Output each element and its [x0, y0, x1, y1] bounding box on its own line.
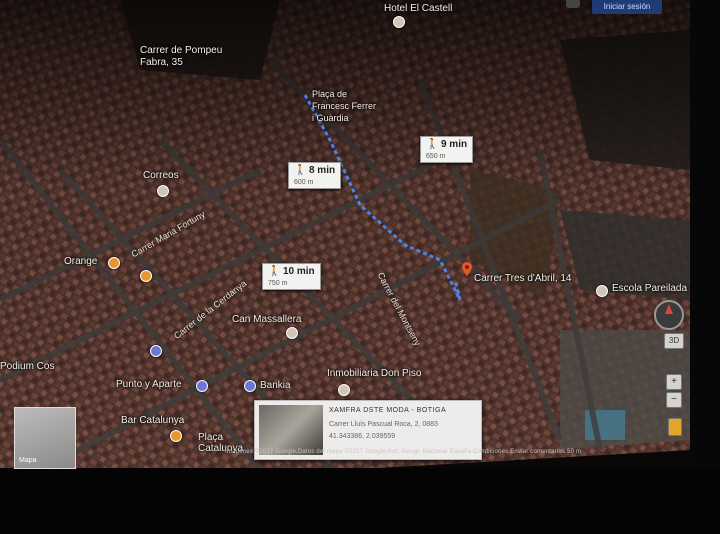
label-escola[interactable]: Escola Pareilada	[612, 283, 687, 294]
route-distance: 650 m	[426, 153, 446, 160]
destination-pin-icon[interactable]	[462, 262, 472, 276]
label-bar[interactable]: Bar Catalunya	[121, 415, 184, 426]
route-time: 8 min	[308, 165, 336, 176]
label-pompeu[interactable]: Carrer de Pompeu Fabra, 35	[140, 45, 250, 69]
compass-icon[interactable]	[654, 300, 684, 330]
label-punto[interactable]: Punto y Aparte	[116, 379, 182, 390]
label-orange[interactable]: Orange	[64, 256, 97, 267]
shop-poi-icon[interactable]	[140, 270, 152, 282]
route-option-2[interactable]: 🚶 9 min 650 m	[420, 136, 474, 163]
orange-poi-icon[interactable]	[108, 257, 120, 269]
bar-poi-icon[interactable]	[170, 430, 182, 442]
place-photo[interactable]	[259, 405, 323, 455]
map-type-label: Mapa	[19, 457, 37, 464]
tilt-button[interactable]: 3D	[664, 333, 684, 349]
route-time: 9 min	[440, 139, 468, 150]
bankia-poi-icon[interactable]	[244, 380, 256, 392]
walking-icon: 🚶	[294, 165, 307, 176]
route-time: 10 min	[282, 266, 315, 277]
walking-icon: 🚶	[426, 139, 439, 150]
place-title[interactable]: XAMFRA DSTE MODA - BOTIGA	[329, 407, 446, 414]
can-massallera-poi-icon[interactable]	[286, 327, 298, 339]
route-distance: 600 m	[294, 179, 314, 186]
inmobiliaria-poi-icon[interactable]	[338, 384, 350, 396]
route-option-1[interactable]: 🚶 8 min 600 m	[288, 162, 342, 189]
route-option-3[interactable]: 🚶 10 min 750 m	[262, 263, 321, 290]
label-placa-francesc[interactable]: Plaça de Francesc Ferrer i Guàrdia	[312, 88, 378, 124]
label-correos[interactable]: Correos	[143, 170, 179, 181]
route-distance: 750 m	[268, 280, 288, 287]
hotel-poi-icon[interactable]	[393, 16, 405, 28]
signin-button[interactable]: Iniciar sesión	[592, 0, 662, 14]
zoom-out-button[interactable]: −	[666, 392, 682, 408]
map-screen: Iniciar sesión Hotel El Castell Carrer d…	[0, 0, 720, 534]
label-bankia[interactable]: Bankia	[260, 380, 291, 391]
place-coordinates: 41.343386, 2.039559	[329, 433, 396, 440]
pegman-icon[interactable]	[668, 418, 682, 436]
label-podium[interactable]: Podium Cos	[0, 361, 54, 372]
apps-icon[interactable]	[566, 0, 580, 8]
zoom-in-button[interactable]: +	[666, 374, 682, 390]
map-footer: Imágenes ©2017 Google,Datos del mapa ©20…	[225, 449, 582, 455]
place-address: Carrer Lluís Pascual Roca, 2, 0883	[329, 421, 438, 428]
escola-poi-icon[interactable]	[596, 285, 608, 297]
screen-bezel-right	[690, 0, 720, 534]
screen-bezel-bottom	[0, 468, 720, 534]
correos-poi-icon[interactable]	[157, 185, 169, 197]
poi-small-icon[interactable]	[150, 345, 162, 357]
punto-poi-icon[interactable]	[196, 380, 208, 392]
label-inmobiliaria[interactable]: Inmobiliaria Don Piso	[327, 368, 422, 379]
label-can-massallera[interactable]: Can Massallera	[232, 314, 301, 325]
label-hotel[interactable]: Hotel El Castell	[384, 3, 452, 14]
map-type-toggle[interactable]: Mapa	[14, 407, 76, 469]
walking-icon: 🚶	[268, 266, 281, 277]
label-destination[interactable]: Carrer Tres d'Abril, 14	[474, 273, 572, 284]
